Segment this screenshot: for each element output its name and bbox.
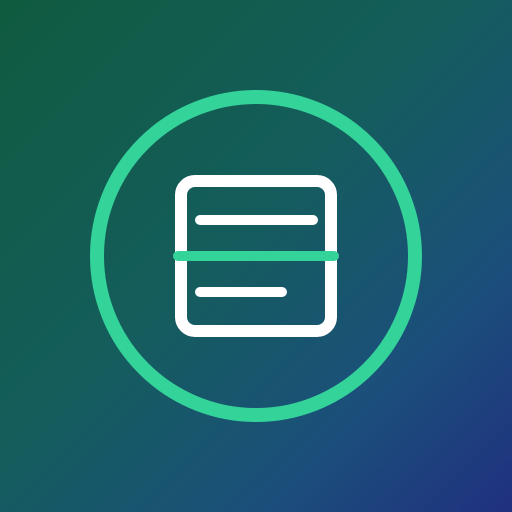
app-icon (0, 0, 512, 512)
document-scan-icon (90, 90, 422, 422)
